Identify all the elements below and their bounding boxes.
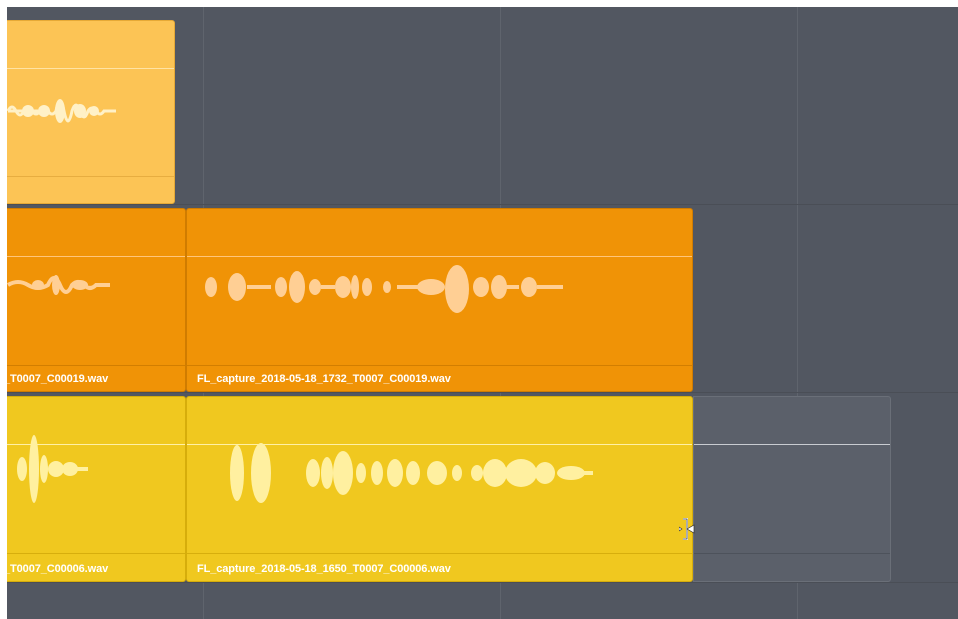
clip-name: 2_T0007_C00019.wav [7, 373, 109, 385]
track-divider [7, 582, 958, 583]
ripple-trim-cursor-icon[interactable] [679, 517, 697, 541]
audio-waveform [7, 99, 116, 123]
trim-extension-region[interactable] [693, 396, 891, 582]
audio-clip-a3-0[interactable]: 0_T0007_C00006.wav [7, 396, 186, 582]
clip-name: FL_capture_2018-05-18_1732_T0007_C00019.… [197, 373, 451, 385]
track-divider [7, 204, 958, 205]
audio-waveform [7, 275, 110, 295]
audio-clip-a3-1[interactable]: FL_capture_2018-05-18_1650_T0007_C00006.… [186, 396, 693, 582]
audio-waveform [17, 435, 88, 503]
audio-waveform [230, 443, 593, 503]
clip-label-divider [694, 553, 890, 554]
clip-center-line [694, 444, 890, 445]
timeline-panel[interactable]: 2_T0007_C00019.wav FL_capture_2018-05-18… [7, 7, 958, 619]
clip-name: FL_capture_2018-05-18_1650_T0007_C00006.… [197, 563, 451, 575]
track-divider [7, 392, 958, 393]
audio-clip-a2-0[interactable]: 2_T0007_C00019.wav [7, 208, 186, 392]
audio-clip-a1-0[interactable] [7, 20, 175, 204]
audio-clip-a2-1[interactable]: FL_capture_2018-05-18_1732_T0007_C00019.… [186, 208, 693, 392]
clip-name: 0_T0007_C00006.wav [7, 563, 109, 575]
audio-waveform [205, 265, 563, 313]
